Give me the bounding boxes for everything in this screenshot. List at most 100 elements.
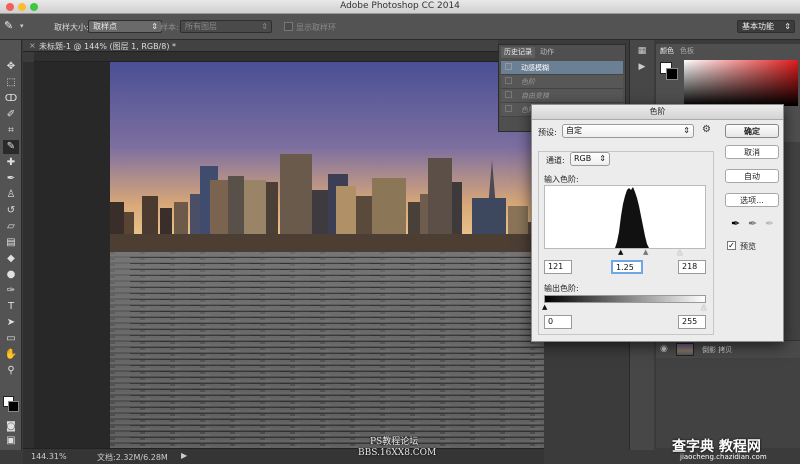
color-spectrum[interactable] [684,60,798,106]
output-black-field[interactable]: 0 [544,315,572,329]
document-tab-title: 未标题-1 @ 144% (图层 1, RGB/8) * [39,42,177,51]
sample-size-value: 取样点 [93,22,117,31]
tool-preset-chevron-icon[interactable]: ▾ [20,22,24,30]
history-item-icon [505,77,512,84]
brush-tool-icon[interactable]: ✒ [3,172,19,186]
history-item-label: 色阶 [521,78,535,86]
layer-thumbnail [676,343,694,356]
input-white-field[interactable]: 218 [678,260,706,274]
marquee-tool-icon[interactable]: ⬚ [3,76,19,90]
chevron-down-icon: ⇕ [599,154,606,163]
dialog-title: 色阶 [532,105,783,120]
blur-tool-icon[interactable]: ◆ [3,252,19,266]
watermark-line1: PS教程论坛 [370,437,419,447]
gear-icon[interactable]: ⚙ [702,124,711,135]
history-item[interactable]: 动感模糊 [501,61,623,75]
cancel-button[interactable]: 取消 [725,145,779,159]
auto-button[interactable]: 自动 [725,169,779,183]
gradient-tool-icon[interactable]: ▤ [3,236,19,250]
sample-value: 所有图层 [185,22,217,31]
sample-select[interactable]: 所有图层 ⇕ [180,20,272,33]
tab-actions[interactable]: 动作 [537,47,557,58]
input-levels-label: 输入色阶: [544,175,579,184]
history-item[interactable]: 色阶 [501,75,623,89]
channel-value: RGB [574,154,592,163]
background-color-swatch[interactable] [666,68,678,80]
history-item-label: 动感模糊 [521,64,549,72]
preview-label: 预览 [740,242,756,251]
eye-icon[interactable]: ◉ [660,344,668,354]
path-select-tool-icon[interactable]: ➤ [3,316,19,330]
eyedropper-tool-icon[interactable]: ✎ [4,19,18,33]
actions-panel-icon[interactable]: ▶ [635,62,649,74]
history-panel-icon[interactable]: ▦ [635,46,649,58]
show-ring-label: 显示取样环 [296,23,336,32]
workspace-select[interactable]: 基本功能 ⇕ [737,20,795,33]
histogram [544,185,706,249]
horizontal-ruler [34,52,544,62]
shape-tool-icon[interactable]: ▭ [3,332,19,346]
quick-select-tool-icon[interactable]: ✐ [3,108,19,122]
eraser-tool-icon[interactable]: ▱ [3,220,19,234]
options-button[interactable]: 选项... [725,193,779,207]
sample-label: 样本: [160,23,179,32]
close-tab-icon[interactable]: × [29,41,36,50]
status-bar: 144.31% 文档:2.32M/6.28M ▶ [23,448,544,464]
document-image[interactable] [110,62,544,448]
preset-select[interactable]: 自定 ⇕ [562,124,694,138]
levels-dialog: 色阶 预设: 自定 ⇕ ⚙ 通道: RGB ⇕ 输入色阶: ▲ ▲ △ 121 1.… [531,104,784,342]
background-color-swatch[interactable] [8,401,19,412]
eyedropper-tool-icon[interactable]: ✎ [3,140,19,154]
preset-value: 自定 [566,126,582,135]
input-white-slider[interactable]: △ [677,248,682,256]
white-point-eyedropper-icon[interactable]: ✒ [765,217,774,230]
output-black-slider[interactable]: ▲ [542,303,547,311]
channel-select[interactable]: RGB ⇕ [570,152,610,166]
dodge-tool-icon[interactable]: ● [3,268,19,282]
chevron-down-icon: ⇕ [261,22,268,31]
tab-swatches[interactable]: 色板 [680,46,694,56]
input-gamma-slider[interactable]: ▲ [643,248,648,256]
output-gradient [544,295,706,303]
preset-label: 预设: [538,128,557,137]
pen-tool-icon[interactable]: ✑ [3,284,19,298]
app-title: Adobe Photoshop CC 2014 [340,1,460,11]
quick-mask-icon[interactable]: ◙ [3,420,19,434]
preview-checkbox[interactable]: ✓ [727,241,736,250]
clone-stamp-tool-icon[interactable]: ♙ [3,188,19,202]
black-point-eyedropper-icon[interactable]: ✒ [731,217,740,230]
output-levels-label: 输出色阶: [544,284,579,293]
history-item[interactable]: 自由变换 [501,89,623,103]
screen-mode-icon[interactable]: ▣ [3,434,19,448]
input-gamma-field[interactable]: 1.25 [611,260,643,274]
move-tool-icon[interactable]: ✥ [3,60,19,74]
chevron-down-icon: ⇕ [784,22,791,31]
document-tab[interactable]: × 未标题-1 @ 144% (图层 1, RGB/8) * [23,40,498,52]
tab-history[interactable]: 历史记录 [501,47,535,58]
layer-name: 倒影 拷贝 [702,346,733,354]
lasso-tool-icon[interactable]: ↀ [3,92,19,106]
histogram-graph [615,187,649,248]
history-brush-tool-icon[interactable]: ↺ [3,204,19,218]
sample-size-select[interactable]: 取样点 ⇕ [88,20,162,33]
zoom-tool-icon[interactable]: ⚲ [3,364,19,378]
output-white-slider[interactable]: △ [701,303,706,311]
title-bar: Adobe Photoshop CC 2014 [0,0,800,14]
status-menu-arrow-icon[interactable]: ▶ [181,451,187,460]
zoom-level[interactable]: 144.31% [31,452,67,461]
chevron-down-icon: ⇕ [151,22,158,31]
history-item-icon [505,105,512,112]
output-white-field[interactable]: 255 [678,315,706,329]
hand-tool-icon[interactable]: ✋ [3,348,19,362]
crop-tool-icon[interactable]: ⌗ [3,124,19,138]
input-black-slider[interactable]: ▲ [618,248,623,256]
show-ring-checkbox[interactable] [284,22,293,31]
tab-color[interactable]: 颜色 [660,46,674,56]
tools-panel: ✥ ⬚ ↀ ✐ ⌗ ✎ ✚ ✒ ♙ ↺ ▱ ▤ ◆ ● ✑ T ➤ ▭ ✋ ⚲ … [0,40,22,450]
layer-row[interactable]: ◉ 倒影 拷贝 [656,340,800,358]
gray-point-eyedropper-icon[interactable]: ✒ [748,217,757,230]
type-tool-icon[interactable]: T [3,300,19,314]
ok-button[interactable]: 确定 [725,124,779,138]
input-black-field[interactable]: 121 [544,260,572,274]
healing-brush-tool-icon[interactable]: ✚ [3,156,19,170]
